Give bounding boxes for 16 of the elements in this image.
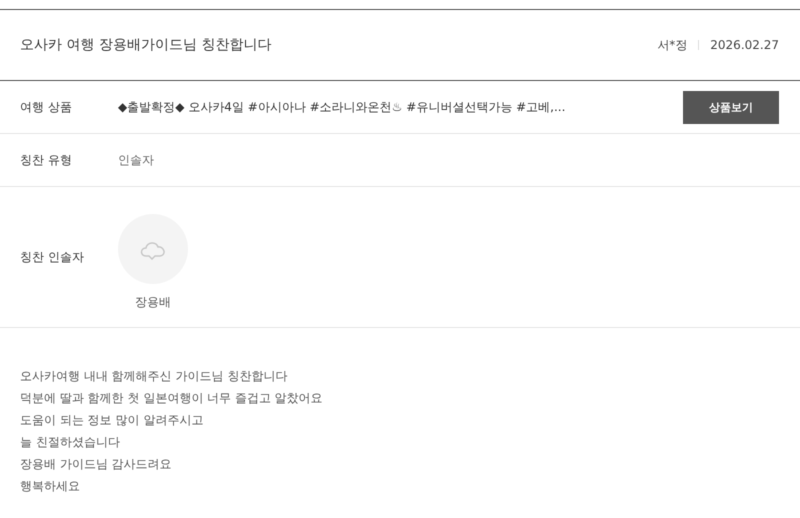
guide-name: 장용배 xyxy=(135,294,171,310)
praise-text-line: 늘 친절하셨습니다 xyxy=(20,434,121,451)
row-label: 여행 상품 xyxy=(20,98,73,116)
praise-text-line: 덕분에 딸과 함께한 첫 일본여행이 너무 즐겁고 알찼어요 xyxy=(20,390,324,407)
post-title: 오사카 여행 장용배가이드님 칭찬합니다 xyxy=(20,36,272,54)
author-name: 서*정 xyxy=(657,36,688,54)
praise-text-line: 도움이 되는 정보 많이 알려주시고 xyxy=(20,412,204,429)
post-date: 2026.02.27 xyxy=(710,38,779,52)
praise-text-line: 오사카여행 내내 함께해주신 가이드님 칭찬합니다 xyxy=(20,368,288,385)
praise-text-line: 행복하세요 xyxy=(20,478,81,495)
view-product-button[interactable]: 상품보기 xyxy=(683,90,779,124)
praise-text-line: 장용배 가이드님 감사드려요 xyxy=(20,456,173,473)
row-label: 칭찬 인솔자 xyxy=(20,248,85,266)
product-name: ◆출발확정◆ 오사카4일 #아시아나 #소라니와온천♨ #유니버셜선택가능 #고베,... xyxy=(118,98,566,116)
row-label: 칭찬 유형 xyxy=(20,152,73,168)
praise-type: 인솔자 xyxy=(118,152,155,168)
